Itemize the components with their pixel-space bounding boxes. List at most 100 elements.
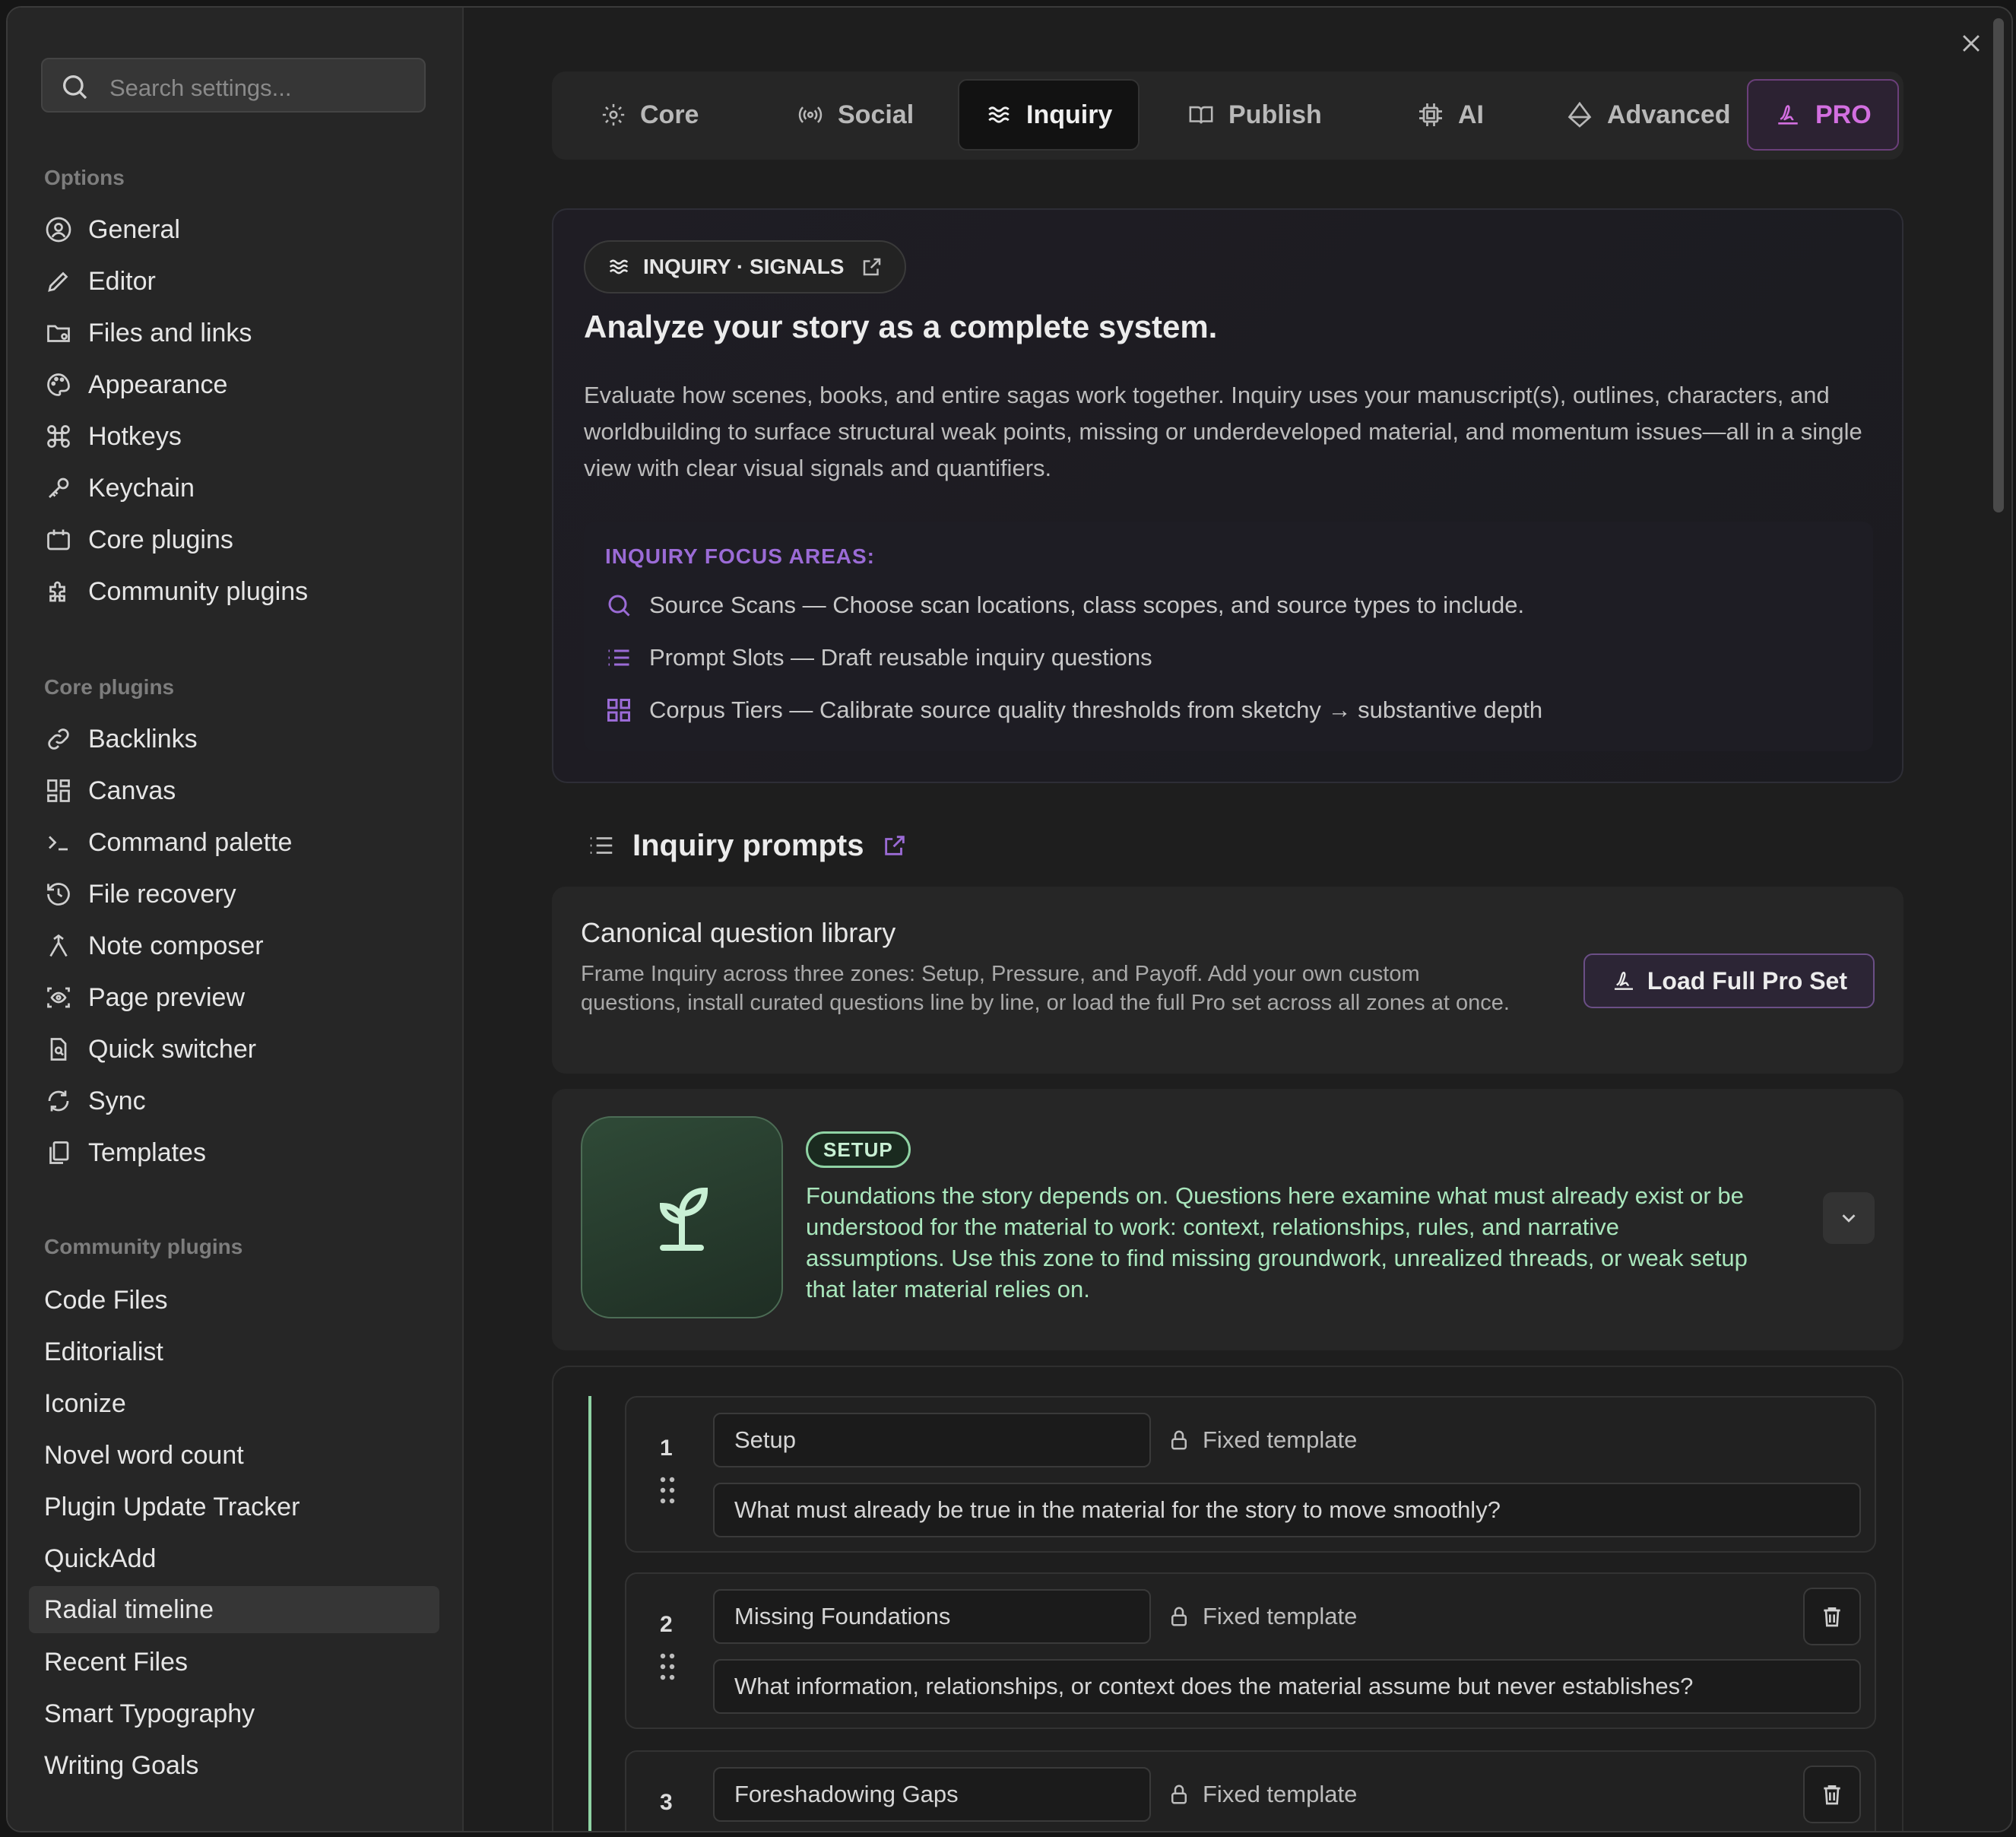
sidebar-item-command-palette[interactable]: Command palette [44, 820, 439, 865]
library-title: Canonical question library [581, 917, 896, 948]
sidebar-item-smart-typography[interactable]: Smart Typography [44, 1691, 439, 1737]
sidebar-item-writing-goals[interactable]: Writing Goals [44, 1743, 439, 1788]
chevron-down-icon [1842, 1214, 1856, 1223]
sidebar-item-community-plugins[interactable]: Community plugins [44, 569, 439, 614]
fixed-template-label: Fixed template [1168, 1767, 1357, 1822]
question-text-field[interactable]: What must already be true in the materia… [713, 1483, 1861, 1537]
grid-icon [607, 699, 630, 722]
tab-pro[interactable]: PRO [1747, 79, 1899, 151]
waves-icon [609, 259, 629, 274]
close-button[interactable] [1958, 30, 1984, 60]
sidebar-item-plugin-update-tracker[interactable]: Plugin Update Tracker [44, 1484, 439, 1530]
sidebar-item-quick-switcher[interactable]: Quick switcher [44, 1026, 439, 1072]
sidebar-item-page-preview[interactable]: Page preview [44, 975, 439, 1020]
tab-social[interactable]: Social [797, 79, 914, 151]
palette-icon [44, 370, 73, 399]
merge-icon [44, 931, 73, 960]
library-description: Frame Inquiry across three zones: Setup,… [581, 962, 1510, 1015]
search-input[interactable]: Search settings... [109, 75, 292, 102]
history-icon [44, 880, 73, 909]
tab-ai[interactable]: AI [1417, 79, 1484, 151]
focus-areas-box: INQUIRY FOCUS AREAS: Source Scans — Choo… [584, 522, 1873, 751]
tab-advanced[interactable]: Advanced [1566, 79, 1731, 151]
question-number: 1 [660, 1436, 673, 1461]
tab-core[interactable]: Core [601, 79, 699, 151]
question-name-field[interactable]: Foreshadowing Gaps [713, 1767, 1151, 1822]
hero-description: Evaluate how scenes, books, and entire s… [584, 382, 1862, 481]
options-section-title: Options [44, 166, 125, 189]
tab-publish[interactable]: Publish [1187, 79, 1322, 151]
terminal-icon [44, 828, 73, 857]
sidebar-item-templates[interactable]: Templates [44, 1130, 439, 1175]
sprout-icon [581, 1116, 783, 1318]
sidebar-item-radial-timeline[interactable]: Radial timeline [29, 1586, 439, 1633]
scrollbar[interactable] [1993, 18, 2004, 512]
search-icon [608, 595, 630, 617]
sidebar-item-backlinks[interactable]: Backlinks [44, 716, 439, 762]
sidebar-item-quickadd[interactable]: QuickAdd [44, 1536, 439, 1582]
focus-item-corpus-tiers: Corpus Tiers — Calibrate source quality … [605, 696, 1542, 724]
question-text-field[interactable]: What information, relationships, or cont… [713, 1659, 1861, 1714]
sidebar-item-general[interactable]: General [44, 207, 439, 252]
question-card-3: 3 Foreshadowing Gaps Fixed template [625, 1750, 1876, 1831]
sidebar-item-file-recovery[interactable]: File recovery [44, 871, 439, 917]
close-icon [1963, 35, 1980, 52]
setup-zone-card: SETUP Foundations the story depends on. … [552, 1089, 1903, 1350]
sidebar-item-code-files[interactable]: Code Files [44, 1277, 439, 1323]
core-plugins-section-title: Core plugins [44, 675, 175, 699]
sidebar-item-recent-files[interactable]: Recent Files [44, 1639, 439, 1685]
sidebar-item-hotkeys[interactable]: Hotkeys [44, 414, 439, 459]
sidebar-item-novel-word-count[interactable]: Novel word count [44, 1432, 439, 1478]
question-card-1: 1 Setup Fixed template What must already… [625, 1396, 1876, 1553]
book-icon [1189, 106, 1213, 124]
delete-question-button[interactable] [1803, 1588, 1861, 1645]
user-circle-icon [44, 215, 73, 244]
sidebar-item-editorialist[interactable]: Editorialist [44, 1329, 439, 1375]
scan-eye-icon [44, 983, 73, 1012]
external-link-icon [864, 258, 881, 276]
trash-icon [1824, 1785, 1840, 1805]
sidebar-item-iconize[interactable]: Iconize [44, 1381, 439, 1426]
setup-badge: SETUP [806, 1131, 911, 1168]
sidebar-item-keychain[interactable]: Keychain [44, 465, 439, 511]
trash-icon [1824, 1607, 1840, 1627]
search-field[interactable]: Search settings... [41, 58, 426, 113]
focus-areas-title: INQUIRY FOCUS AREAS: [605, 544, 875, 568]
sidebar-item-canvas[interactable]: Canvas [44, 768, 439, 814]
sidebar-item-files-and-links[interactable]: Files and links [44, 310, 439, 356]
command-icon [44, 422, 73, 451]
list-icon [608, 649, 629, 666]
external-link-icon[interactable] [882, 833, 908, 858]
question-card-2: 2 Missing Foundations Fixed template Wha… [625, 1572, 1876, 1729]
search-icon [63, 75, 87, 100]
inquiry-signals-pill[interactable]: INQUIRY · SIGNALS [584, 240, 907, 293]
focus-item-prompt-slots: Prompt Slots — Draft reusable inquiry qu… [605, 644, 1152, 671]
tab-inquiry[interactable]: Inquiry [958, 79, 1140, 151]
inquiry-hero-card: INQUIRY · SIGNALS Analyze your story as … [552, 208, 1903, 783]
refresh-icon [44, 1087, 73, 1115]
question-name-field[interactable]: Missing Foundations [713, 1589, 1151, 1644]
load-full-pro-set-button[interactable]: Load Full Pro Set [1583, 953, 1875, 1008]
sidebar-item-appearance[interactable]: Appearance [44, 362, 439, 408]
question-library-card: Canonical question library Frame Inquiry… [552, 887, 1903, 1074]
question-name-field[interactable]: Setup [713, 1413, 1151, 1467]
delete-question-button[interactable] [1803, 1766, 1861, 1823]
sidebar-item-note-composer[interactable]: Note composer [44, 923, 439, 969]
sidebar-item-editor[interactable]: Editor [44, 259, 439, 304]
waves-icon [988, 106, 1010, 123]
hero-title: Analyze your story as a complete system. [584, 309, 1218, 344]
expand-setup-button[interactable] [1823, 1192, 1875, 1244]
focus-item-source-scans: Source Scans — Choose scan locations, cl… [605, 592, 1524, 619]
folder-cog-icon [44, 319, 73, 347]
drag-handle-icon[interactable] [658, 1475, 677, 1505]
broadcast-icon [798, 106, 823, 123]
lock-icon [1171, 1430, 1187, 1450]
list-icon [590, 837, 613, 854]
drag-handle-icon[interactable] [658, 1651, 677, 1682]
settings-tabs: Core Social Inquiry Publish AI Advanced … [552, 71, 1903, 160]
inquiry-prompts-heading: Inquiry prompts [587, 823, 908, 868]
sidebar-item-core-plugins[interactable]: Core plugins [44, 517, 439, 563]
gear-icon [602, 103, 625, 126]
sidebar-item-sync[interactable]: Sync [44, 1078, 439, 1124]
files-icon [44, 1138, 73, 1167]
